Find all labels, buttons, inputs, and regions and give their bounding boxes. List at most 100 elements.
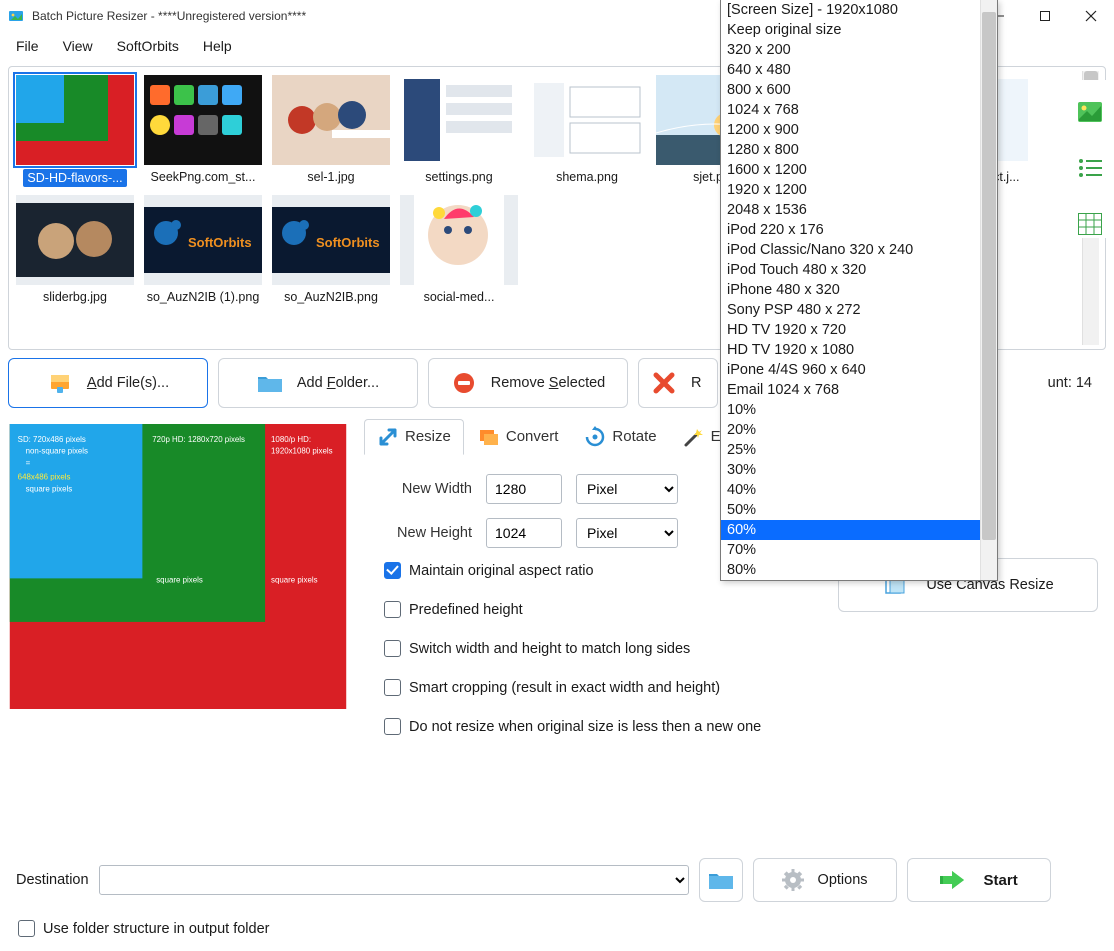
dropdown-option[interactable]: 1200 x 900 <box>721 120 997 140</box>
menu-file[interactable]: File <box>6 34 49 58</box>
add-files-button[interactable]: Add File(s)... <box>8 358 208 408</box>
add-folder-button[interactable]: Add Folder... <box>218 358 418 408</box>
remove-selected-label: Remove Selected <box>491 375 605 391</box>
close-button[interactable] <box>1068 0 1114 32</box>
height-unit-select[interactable]: Pixel <box>576 518 678 548</box>
dropdown-option[interactable]: iPod Classic/Nano 320 x 240 <box>721 240 997 260</box>
width-unit-select[interactable]: Pixel <box>576 474 678 504</box>
destination-select[interactable] <box>99 865 689 895</box>
destination-browse-button[interactable] <box>699 858 743 902</box>
thumbnail-label: so_AuzN2IB (1).png <box>147 289 260 305</box>
dropdown-scrollbar[interactable] <box>980 0 997 580</box>
dropdown-option[interactable]: 40% <box>721 480 997 500</box>
tab-resize[interactable]: Resize <box>364 419 464 455</box>
menu-view[interactable]: View <box>53 34 103 58</box>
dont-resize-label: Do not resize when original size is less… <box>409 719 761 735</box>
dropdown-option[interactable]: [Screen Size] - 1920x1080 <box>721 0 997 20</box>
dropdown-option[interactable]: 800 x 600 <box>721 80 997 100</box>
dropdown-option[interactable]: 50% <box>721 500 997 520</box>
sidebar-thumbnails-button[interactable] <box>1076 98 1104 126</box>
use-folder-structure-checkbox[interactable] <box>18 920 35 937</box>
dropdown-option[interactable]: 640 x 480 <box>721 60 997 80</box>
dont-resize-row[interactable]: Do not resize when original size is less… <box>384 718 1098 735</box>
dropdown-option[interactable]: iPone 4/4S 960 x 640 <box>721 360 997 380</box>
use-folder-structure-row[interactable]: Use folder structure in output folder <box>18 920 1098 937</box>
tab-convert[interactable]: Convert <box>466 420 571 454</box>
sidebar-grid-button[interactable] <box>1076 210 1104 238</box>
dropdown-option[interactable]: 60% <box>721 520 997 540</box>
dropdown-option[interactable]: 20% <box>721 420 997 440</box>
thumbnail-label: sel-1.jpg <box>307 169 354 185</box>
sidebar-list-button[interactable] <box>1076 154 1104 182</box>
dont-resize-checkbox[interactable] <box>384 718 401 735</box>
dropdown-option[interactable]: 10% <box>721 400 997 420</box>
add-files-label: Add File(s)... <box>87 375 169 391</box>
thumbnail-item[interactable]: settings.png <box>399 71 519 187</box>
convert-icon <box>478 426 500 448</box>
thumbnail-label: settings.png <box>425 169 492 185</box>
dropdown-option[interactable]: Email 1024 x 768 <box>721 380 997 400</box>
smart-crop-checkbox[interactable] <box>384 679 401 696</box>
thumbnail-item[interactable]: shema.png <box>527 71 647 187</box>
new-width-input[interactable] <box>486 474 562 504</box>
dropdown-option[interactable]: HD TV 1920 x 1080 <box>721 340 997 360</box>
bottom-bar: Destination Options Start Use folder str… <box>0 858 1114 937</box>
use-folder-structure-label: Use folder structure in output folder <box>43 921 269 937</box>
dropdown-option[interactable]: iPhone 480 x 320 <box>721 280 997 300</box>
thumbnail-item[interactable]: SoftOrbitsso_AuzN2IB.png <box>271 191 391 305</box>
switch-wh-row[interactable]: Switch width and height to match long si… <box>384 640 1098 657</box>
dropdown-option[interactable]: HD TV 1920 x 720 <box>721 320 997 340</box>
dropdown-option[interactable]: Sony PSP 480 x 272 <box>721 300 997 320</box>
thumbnail-label: so_AuzN2IB.png <box>284 289 378 305</box>
thumbnail-image <box>272 75 390 165</box>
menu-softorbits[interactable]: SoftOrbits <box>107 34 189 58</box>
tab-rotate-label: Rotate <box>612 428 656 445</box>
image-count: unt: 14 <box>1048 375 1092 391</box>
effects-icon <box>683 426 705 448</box>
options-label: Options <box>818 872 868 888</box>
remove-selected-icon <box>451 370 477 396</box>
thumbnail-item[interactable]: sliderbg.jpg <box>15 191 135 305</box>
thumbnail-item[interactable]: social-med... <box>399 191 519 305</box>
dropdown-option[interactable]: 30% <box>721 460 997 480</box>
menu-help[interactable]: Help <box>193 34 242 58</box>
thumbnail-item[interactable]: sel-1.jpg <box>271 71 391 187</box>
preset-dropdown[interactable]: [Screen Size] - 1920x1080Keep original s… <box>720 0 998 581</box>
dropdown-option[interactable]: Keep original size <box>721 20 997 40</box>
add-file-icon <box>47 370 73 396</box>
start-button[interactable]: Start <box>907 858 1051 902</box>
dropdown-option[interactable]: 1920 x 1200 <box>721 180 997 200</box>
dropdown-option[interactable]: 2048 x 1536 <box>721 200 997 220</box>
new-height-input[interactable] <box>486 518 562 548</box>
dropdown-option[interactable]: 320 x 200 <box>721 40 997 60</box>
dropdown-option[interactable]: 80% <box>721 560 997 580</box>
dropdown-option[interactable]: iPod 220 x 176 <box>721 220 997 240</box>
switch-wh-checkbox[interactable] <box>384 640 401 657</box>
thumbnail-item[interactable]: SD-HD-flavors-... <box>15 71 135 187</box>
thumbnail-item[interactable]: SoftOrbitsso_AuzN2IB (1).png <box>143 191 263 305</box>
dropdown-option[interactable]: 70% <box>721 540 997 560</box>
dropdown-option[interactable]: iPod Touch 480 x 320 <box>721 260 997 280</box>
svg-text:1080/p HD:: 1080/p HD: <box>271 435 311 444</box>
thumbnail-item[interactable]: SeekPng.com_st... <box>143 71 263 187</box>
options-button[interactable]: Options <box>753 858 897 902</box>
remove-selected-button[interactable]: Remove Selected <box>428 358 628 408</box>
smart-crop-row[interactable]: Smart cropping (result in exact width an… <box>384 679 1098 696</box>
maintain-aspect-checkbox[interactable] <box>384 562 401 579</box>
dropdown-option[interactable]: 1280 x 800 <box>721 140 997 160</box>
thumbnail-image <box>16 75 134 165</box>
maximize-button[interactable] <box>1022 0 1068 32</box>
dropdown-option[interactable]: 25% <box>721 440 997 460</box>
new-width-label: New Width <box>380 481 472 497</box>
tab-convert-label: Convert <box>506 428 559 445</box>
start-icon <box>940 870 966 890</box>
thumbnail-image <box>400 195 518 285</box>
tab-rotate[interactable]: Rotate <box>572 420 668 454</box>
predefined-height-checkbox[interactable] <box>384 601 401 618</box>
dropdown-option[interactable]: 1024 x 768 <box>721 100 997 120</box>
dropdown-option[interactable]: 1600 x 1200 <box>721 160 997 180</box>
thumbnail-label: SeekPng.com_st... <box>151 169 256 185</box>
thumbnail-label: SD-HD-flavors-... <box>23 169 126 187</box>
remove-all-button[interactable]: R <box>638 358 718 408</box>
start-label: Start <box>984 872 1018 889</box>
